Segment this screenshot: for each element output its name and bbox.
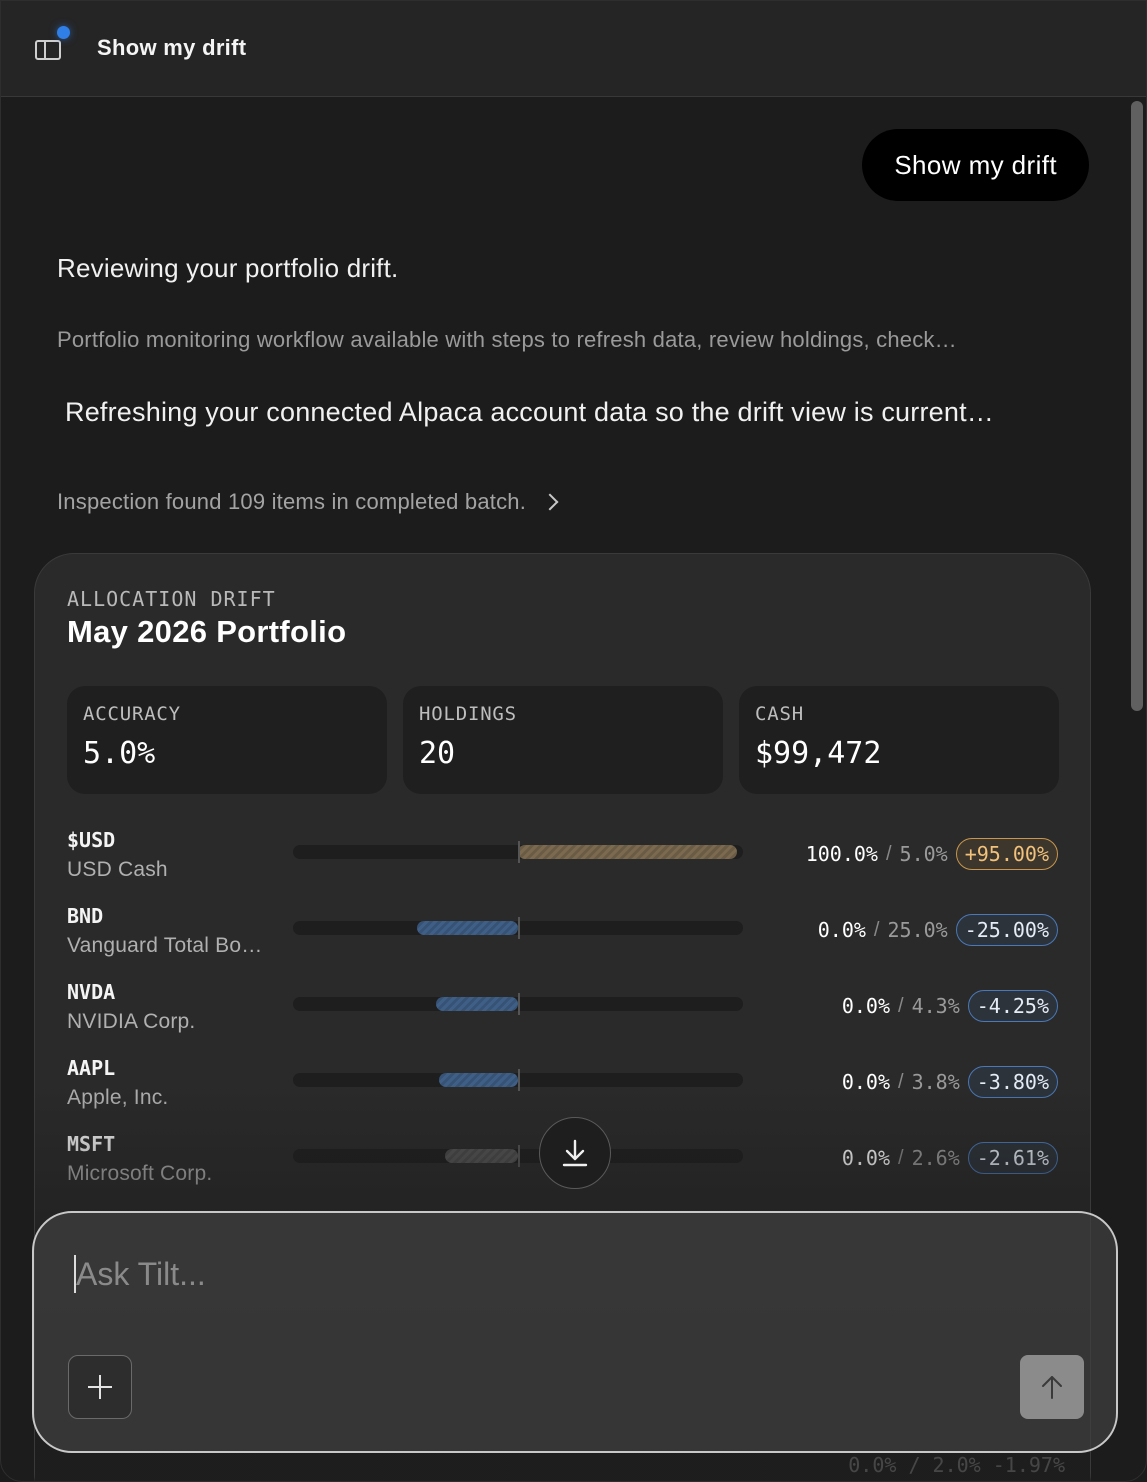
stat-value: 5.0% xyxy=(83,736,156,771)
app-window: Show my drift Show my drift Reviewing yo… xyxy=(0,0,1147,1482)
partial-row-values: 0.0% / 2.0% -1.97% xyxy=(848,1453,1065,1477)
scrollbar[interactable] xyxy=(1128,101,1143,1481)
drift-bar-center-line xyxy=(518,993,520,1015)
stat-holdings: HOLDINGS 20 xyxy=(403,686,723,794)
header-bar: Show my drift xyxy=(1,1,1146,97)
partial-target: 2.0% xyxy=(932,1453,981,1477)
assistant-status-text: Portfolio monitoring workflow available … xyxy=(57,327,957,352)
holding-ticker: BND xyxy=(67,904,104,928)
drift-bar-track xyxy=(293,841,743,863)
drift-badge: -2.61% xyxy=(967,1142,1058,1174)
holding-name: Apple, Inc. xyxy=(67,1086,169,1109)
sidebar-toggle-button[interactable] xyxy=(35,26,70,61)
card-title: May 2026 Portfolio xyxy=(67,614,347,649)
drift-badge: +95.00% xyxy=(955,838,1058,870)
drift-bar-fill xyxy=(438,1073,518,1087)
value-separator: / xyxy=(898,994,904,1017)
drift-bar-fill xyxy=(445,1149,518,1163)
drift-bar-track xyxy=(293,993,743,1015)
holding-ticker: MSFT xyxy=(67,1132,116,1156)
holding-values: 100.0% / 5.0% +95.00% xyxy=(806,838,1058,870)
holding-values: 0.0% / 4.3% -4.25% xyxy=(842,990,1058,1022)
value-separator: / xyxy=(898,1146,904,1169)
drift-bar-fill xyxy=(416,921,518,935)
holding-name: NVIDIA Corp. xyxy=(67,1010,196,1033)
assistant-refresh-text: Refreshing your connected Alpaca account… xyxy=(65,397,994,427)
current-weight: 0.0% xyxy=(841,994,891,1018)
partial-holding-row: 0.0% / 2.0% -1.97% xyxy=(65,1453,1065,1477)
holding-ticker: AAPL xyxy=(67,1056,116,1080)
scrollbar-thumb[interactable] xyxy=(1131,101,1143,711)
holding-ticker: $USD xyxy=(67,828,116,852)
holding-ticker: NVDA xyxy=(67,980,116,1004)
partial-drift: -1.97% xyxy=(992,1453,1065,1477)
card-kicker: ALLOCATION DRIFT xyxy=(67,587,276,611)
inspection-summary: Inspection found 109 items in completed … xyxy=(57,489,527,514)
partial-current: 0.0% xyxy=(848,1453,897,1477)
drift-bar-center-line xyxy=(518,1069,520,1091)
holding-row[interactable]: NVDA NVIDIA Corp. 0.0% / 4.3% -4.25% xyxy=(35,980,1090,1056)
stat-label: ACCURACY xyxy=(83,703,181,725)
user-message-bubble: Show my drift xyxy=(862,129,1089,201)
holding-name: Vanguard Total Bo… xyxy=(67,934,263,957)
chat-composer xyxy=(32,1211,1118,1453)
send-button[interactable] xyxy=(1020,1355,1084,1419)
stat-accuracy: ACCURACY 5.0% xyxy=(67,686,387,794)
stat-label: HOLDINGS xyxy=(419,703,517,725)
drift-bar-fill xyxy=(518,845,738,859)
value-separator: / xyxy=(885,842,892,865)
inspection-summary-toggle[interactable]: Inspection found 109 items in completed … xyxy=(57,487,559,517)
current-weight: 0.0% xyxy=(817,918,866,942)
target-weight: 5.0% xyxy=(899,842,948,866)
stat-label: CASH xyxy=(755,703,804,725)
drift-bar-track xyxy=(293,1069,743,1091)
chevron-right-icon xyxy=(541,493,559,511)
target-weight: 2.6% xyxy=(911,1146,960,1170)
drift-badge: -25.00% xyxy=(955,914,1058,946)
target-weight: 4.3% xyxy=(911,994,960,1018)
holding-name: USD Cash xyxy=(67,858,168,881)
drift-badge: -3.80% xyxy=(967,1066,1058,1098)
current-weight: 100.0% xyxy=(805,842,878,866)
target-weight: 25.0% xyxy=(887,918,948,942)
drift-bar-center-line xyxy=(518,841,520,863)
sidebar-icon xyxy=(35,40,61,60)
drift-bar-track xyxy=(293,1145,743,1167)
current-weight: 0.0% xyxy=(841,1146,891,1170)
scroll-to-bottom-button[interactable] xyxy=(539,1117,611,1189)
value-separator: / xyxy=(873,918,880,941)
arrow-up-icon xyxy=(1042,1376,1062,1399)
chat-input[interactable] xyxy=(76,1249,976,1299)
stat-value: 20 xyxy=(419,736,456,771)
stat-cash: CASH $99,472 xyxy=(739,686,1059,794)
assistant-message: Reviewing your portfolio drift. xyxy=(57,253,399,283)
add-attachment-button[interactable] xyxy=(68,1355,132,1419)
holding-name: Microsoft Corp. xyxy=(67,1162,213,1185)
holding-row[interactable]: $USD USD Cash 100.0% / 5.0% +95.00% xyxy=(35,828,1090,904)
holding-values: 0.0% / 2.6% -2.61% xyxy=(842,1142,1058,1174)
holding-row[interactable]: BND Vanguard Total Bo… 0.0% / 25.0% -25.00% xyxy=(35,904,1090,980)
drift-bar-center-line xyxy=(518,1145,520,1167)
conversation-title: Show my drift xyxy=(97,35,247,60)
stat-value: $99,472 xyxy=(755,736,882,771)
value-separator: / xyxy=(898,1070,904,1093)
target-weight: 3.8% xyxy=(911,1070,960,1094)
drift-bar-track xyxy=(293,917,743,939)
drift-bar-center-line xyxy=(518,917,520,939)
drift-bar-fill xyxy=(436,997,518,1011)
current-weight: 0.0% xyxy=(841,1070,891,1094)
drift-badge: -4.25% xyxy=(967,990,1058,1022)
notification-dot xyxy=(57,26,70,39)
holding-values: 0.0% / 3.8% -3.80% xyxy=(842,1066,1058,1098)
download-arrow-icon xyxy=(562,1139,588,1167)
holding-values: 0.0% / 25.0% -25.00% xyxy=(818,914,1058,946)
